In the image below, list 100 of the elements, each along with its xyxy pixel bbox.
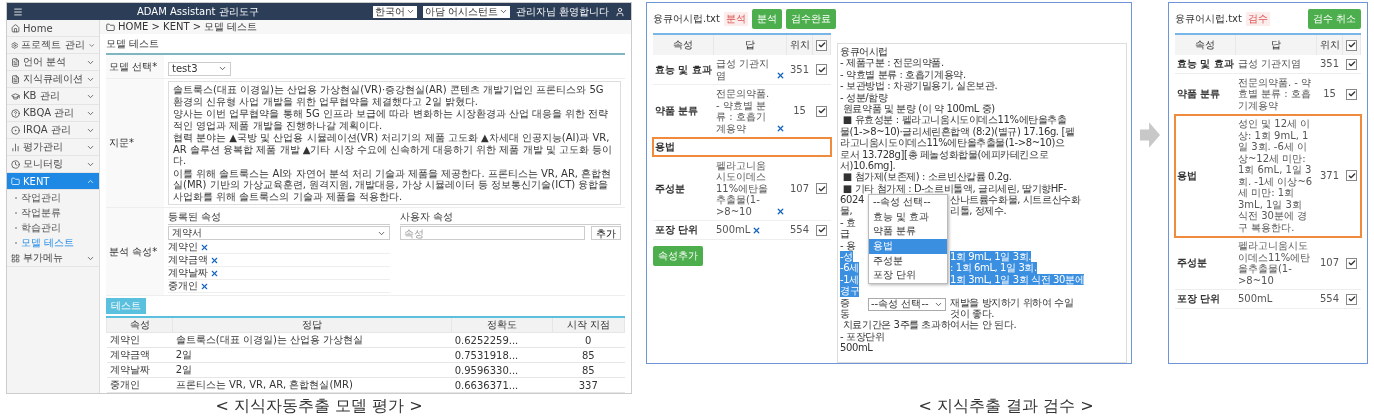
add-button[interactable]: 추가 — [591, 226, 621, 240]
text-line: ■ 유효성분 : 펠라고니움시도이데스11%에탄올추출 — [841, 114, 1067, 126]
text-line: 융큐어시럽 — [840, 46, 888, 58]
attribute-name: 효능 및 효과 — [1177, 58, 1234, 69]
answer-text: 급성 기관지염 — [1237, 58, 1302, 70]
remove-icon[interactable] — [752, 225, 762, 235]
attribute-name: 포장 단위 — [655, 224, 699, 235]
sidebar-item[interactable]: 프로젝트 관리 — [7, 37, 99, 54]
attribute-tag: 계약인 — [168, 240, 198, 254]
remove-icon[interactable] — [775, 207, 785, 216]
table-cell: 337 — [552, 377, 625, 393]
column-header: 시작 지점 — [552, 317, 625, 333]
sidebar-subitem[interactable]: 학습관리 — [21, 220, 61, 235]
answer-text: 전문의약품. - 약효별 분류 : 호흡기계용약 — [1237, 76, 1313, 111]
checkbox[interactable] — [816, 224, 827, 236]
checkbox[interactable] — [1346, 257, 1357, 269]
attribute-input[interactable]: 속성 — [399, 226, 585, 240]
question-icon — [11, 108, 20, 118]
caption: < 지식추출 결과 검수 > — [918, 396, 1094, 415]
position-text: 15 — [1323, 88, 1336, 99]
column-header: 위치 — [1316, 34, 1343, 55]
language-select[interactable]: 한국어 — [372, 5, 417, 18]
checkbox[interactable] — [1346, 170, 1357, 182]
sidebar-item[interactable]: KBQA 관리 — [7, 105, 99, 122]
form-label: 분석 속성* — [106, 208, 164, 295]
checkbox[interactable] — [816, 39, 827, 51]
table-cell: 2일 — [172, 347, 452, 363]
form-label: 지문* — [106, 79, 164, 207]
menu-item[interactable]: 주성분 — [869, 253, 947, 269]
checkbox[interactable] — [816, 183, 827, 194]
sidebar-subitem[interactable]: 작업분류 — [21, 205, 61, 220]
remove-icon[interactable] — [210, 255, 219, 265]
remove-icon[interactable] — [200, 242, 209, 252]
attribute-name: 약품 분류 — [655, 105, 699, 117]
page-title: 모델 테스트 — [106, 34, 625, 55]
menu-icon[interactable] — [13, 6, 23, 17]
passage-field[interactable]: 솔트룩스(대표 이경일)는 산업용 가상현실(VR)·증강현실(AR) 콘텐츠 개발기업인 프론티스와 5G 환경의 신유형 사업 개발을 위한 업무협약을 체결했다고 2일 밝혔다. 양사는 이번 업무협약을 통해 5G 인프라 보급에 따라 변화하는 시장환경과 산업 대응을 위한 전략적인 영업과 제품 개발을 진행하나갈 계획이다. 협력 분야는 ▲국방 및 산업용 시뮬레이션(VR) 처리기의 제품 고도화 ▲차세대 인공지능(AI)과 VR, AR 솔루션 융복합 제품 개발 ▲기타 시장 수요에 신속하게 대응하기 위한 제품 개발 및 고도화 등이다. 이를 위해 솔트룩스는 AI와 자연어 분석 처리 기술과 제품을 제공한다. 프론티스는 VR, AR, 혼합현실(MR) 기반의 가상교육훈련, 원격지원, 개발대응, 가상 시뮬레이터 등 정보통신기술(ICT) 융합을 사업화를 위해 솔트룩스의 기술과 제품을 적용한다. — [168, 81, 621, 205]
remove-icon[interactable] — [775, 124, 785, 133]
answer-text: 전문의약품. - 약효별 분류 : 호흡기계용약 — [715, 88, 771, 134]
attribute-select[interactable]: 계약서 — [168, 226, 390, 240]
model-select[interactable]: test3 — [168, 61, 231, 76]
attribute-name: 용법 — [1177, 169, 1197, 181]
sidebar-item[interactable]: KENT — [7, 173, 99, 190]
table-cell: 프론티스는 VR, VR, AR, 혼합현실(MR) — [172, 377, 452, 393]
checkbox[interactable] — [816, 105, 827, 117]
checkbox[interactable] — [1346, 39, 1357, 51]
position-text: 351 — [1319, 58, 1340, 69]
checkbox[interactable] — [1346, 58, 1357, 70]
checkbox[interactable] — [1346, 88, 1357, 100]
text-line: 물(1->8~10)·글리세린혼합액 (8:2)(별규) 17.16g. [펠 — [840, 125, 1075, 138]
text-line: - 제품구분 : 전문의약품. — [840, 57, 944, 69]
text-line: 물, — [840, 205, 853, 217]
sidebar-item[interactable]: Home — [7, 20, 99, 37]
sidebar-item[interactable]: IRQA 관리 — [7, 122, 99, 139]
sidebar-subitem[interactable]: 작업관리 — [21, 190, 61, 205]
position-text: 351 — [789, 63, 810, 75]
text-line: - 보관방법 : 차광기밀용기, 실온보관. — [840, 80, 998, 92]
attribute-tag: 계약금액 — [168, 253, 208, 267]
document-icon — [11, 74, 20, 84]
table-cell: 계약인 — [106, 332, 173, 348]
column-label: 사용자 속성 — [399, 210, 621, 225]
circle-icon — [11, 125, 20, 135]
answer-text: 펠라고니움시도이데스11%에탄올추출물(1->8~10 — [1237, 240, 1312, 286]
sidebar-item[interactable]: 평가관리 — [7, 139, 99, 156]
menu-item[interactable]: 포장 단위 — [869, 268, 947, 283]
remove-icon[interactable] — [210, 268, 219, 278]
document-icon — [11, 57, 20, 67]
sidebar-subitem[interactable]: 모델 테스트 — [21, 235, 75, 250]
attribute-name: 효능 및 효과 — [655, 63, 712, 75]
text-line: 증 — [840, 296, 850, 308]
checkbox[interactable] — [1346, 293, 1357, 305]
table-cell: 중개인 — [106, 377, 173, 393]
checkbox[interactable] — [816, 64, 827, 76]
column-header: 답 — [713, 34, 787, 55]
table-cell: 0.9596330... — [451, 362, 553, 378]
clock-icon — [11, 159, 20, 169]
assistant-select[interactable]: 아담 어시스턴트 — [422, 5, 510, 18]
attribute-name: 포장 단위 — [1177, 293, 1221, 304]
caret-icon — [405, 7, 415, 16]
remove-icon[interactable] — [775, 71, 785, 80]
user-icon[interactable] — [615, 6, 625, 17]
arrow-icon — [1140, 122, 1160, 148]
menu-item[interactable]: --속성 선택-- — [869, 195, 947, 210]
remove-icon[interactable] — [200, 281, 209, 291]
menu-item[interactable]: 약품 분류 — [869, 224, 947, 239]
text-line: 급 — [840, 228, 850, 240]
sidebar-item[interactable]: 언어 분석 — [7, 54, 99, 71]
attribute-select[interactable]: --속성 선택-- — [868, 297, 946, 311]
table-cell: 계약금액 — [106, 347, 173, 363]
grid-icon — [11, 253, 20, 263]
table-cell: 0.6636371... — [451, 377, 553, 393]
text-line: ■ 기타 첨가제 : D-소르비톨액, 글리세린, 딸기향HF- — [841, 182, 1067, 195]
sidebar-item[interactable]: KB 관리 — [7, 88, 99, 105]
menu-item[interactable]: 효능 및 효과 — [869, 209, 947, 225]
text-line: - 약효별 분류 : 호흡기계용약. — [840, 68, 966, 81]
sidebar-item[interactable]: 지식큐레이션 — [7, 71, 99, 88]
answer-text: 급성 기관지염 — [715, 58, 771, 81]
text-line: 것이 좋다. — [950, 308, 994, 320]
sidebar-item[interactable]: 부가메뉴 — [7, 250, 99, 267]
column-header: 위치 — [786, 34, 813, 55]
